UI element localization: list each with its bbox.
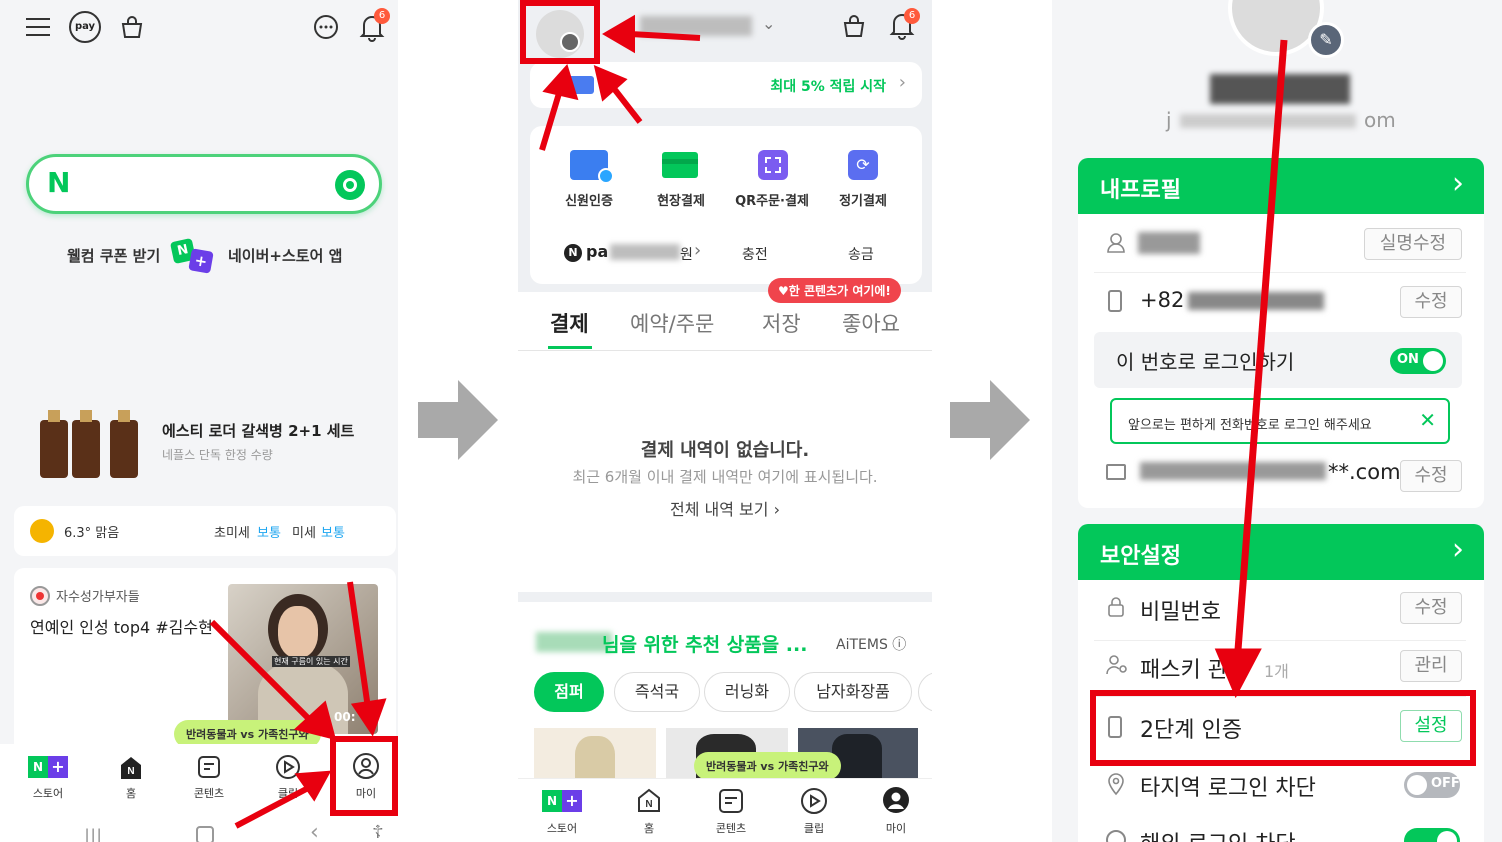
flow-arrow-2 xyxy=(950,380,1030,460)
home-screen: pay 6 N 웰컴 쿠폰 받기 N + 네이버+스토어 앱 에스티 로더 갈색… xyxy=(0,0,398,842)
annotation-arrows xyxy=(209,581,387,829)
annotation-arrow xyxy=(1214,39,1288,699)
flow-arrow-1 xyxy=(418,380,498,460)
account-settings-screen: ✎ j om 내프로필 › 실명수정 +82 수정 이 번호로 로그인하기 ON… xyxy=(1052,0,1502,842)
my-page-screen: ⌄ 6 최대 5% 적립 시작 › ⟳ 신원인증 현장결제 QR주문·결제 정기… xyxy=(518,0,932,842)
annotation-arrows xyxy=(539,14,701,151)
